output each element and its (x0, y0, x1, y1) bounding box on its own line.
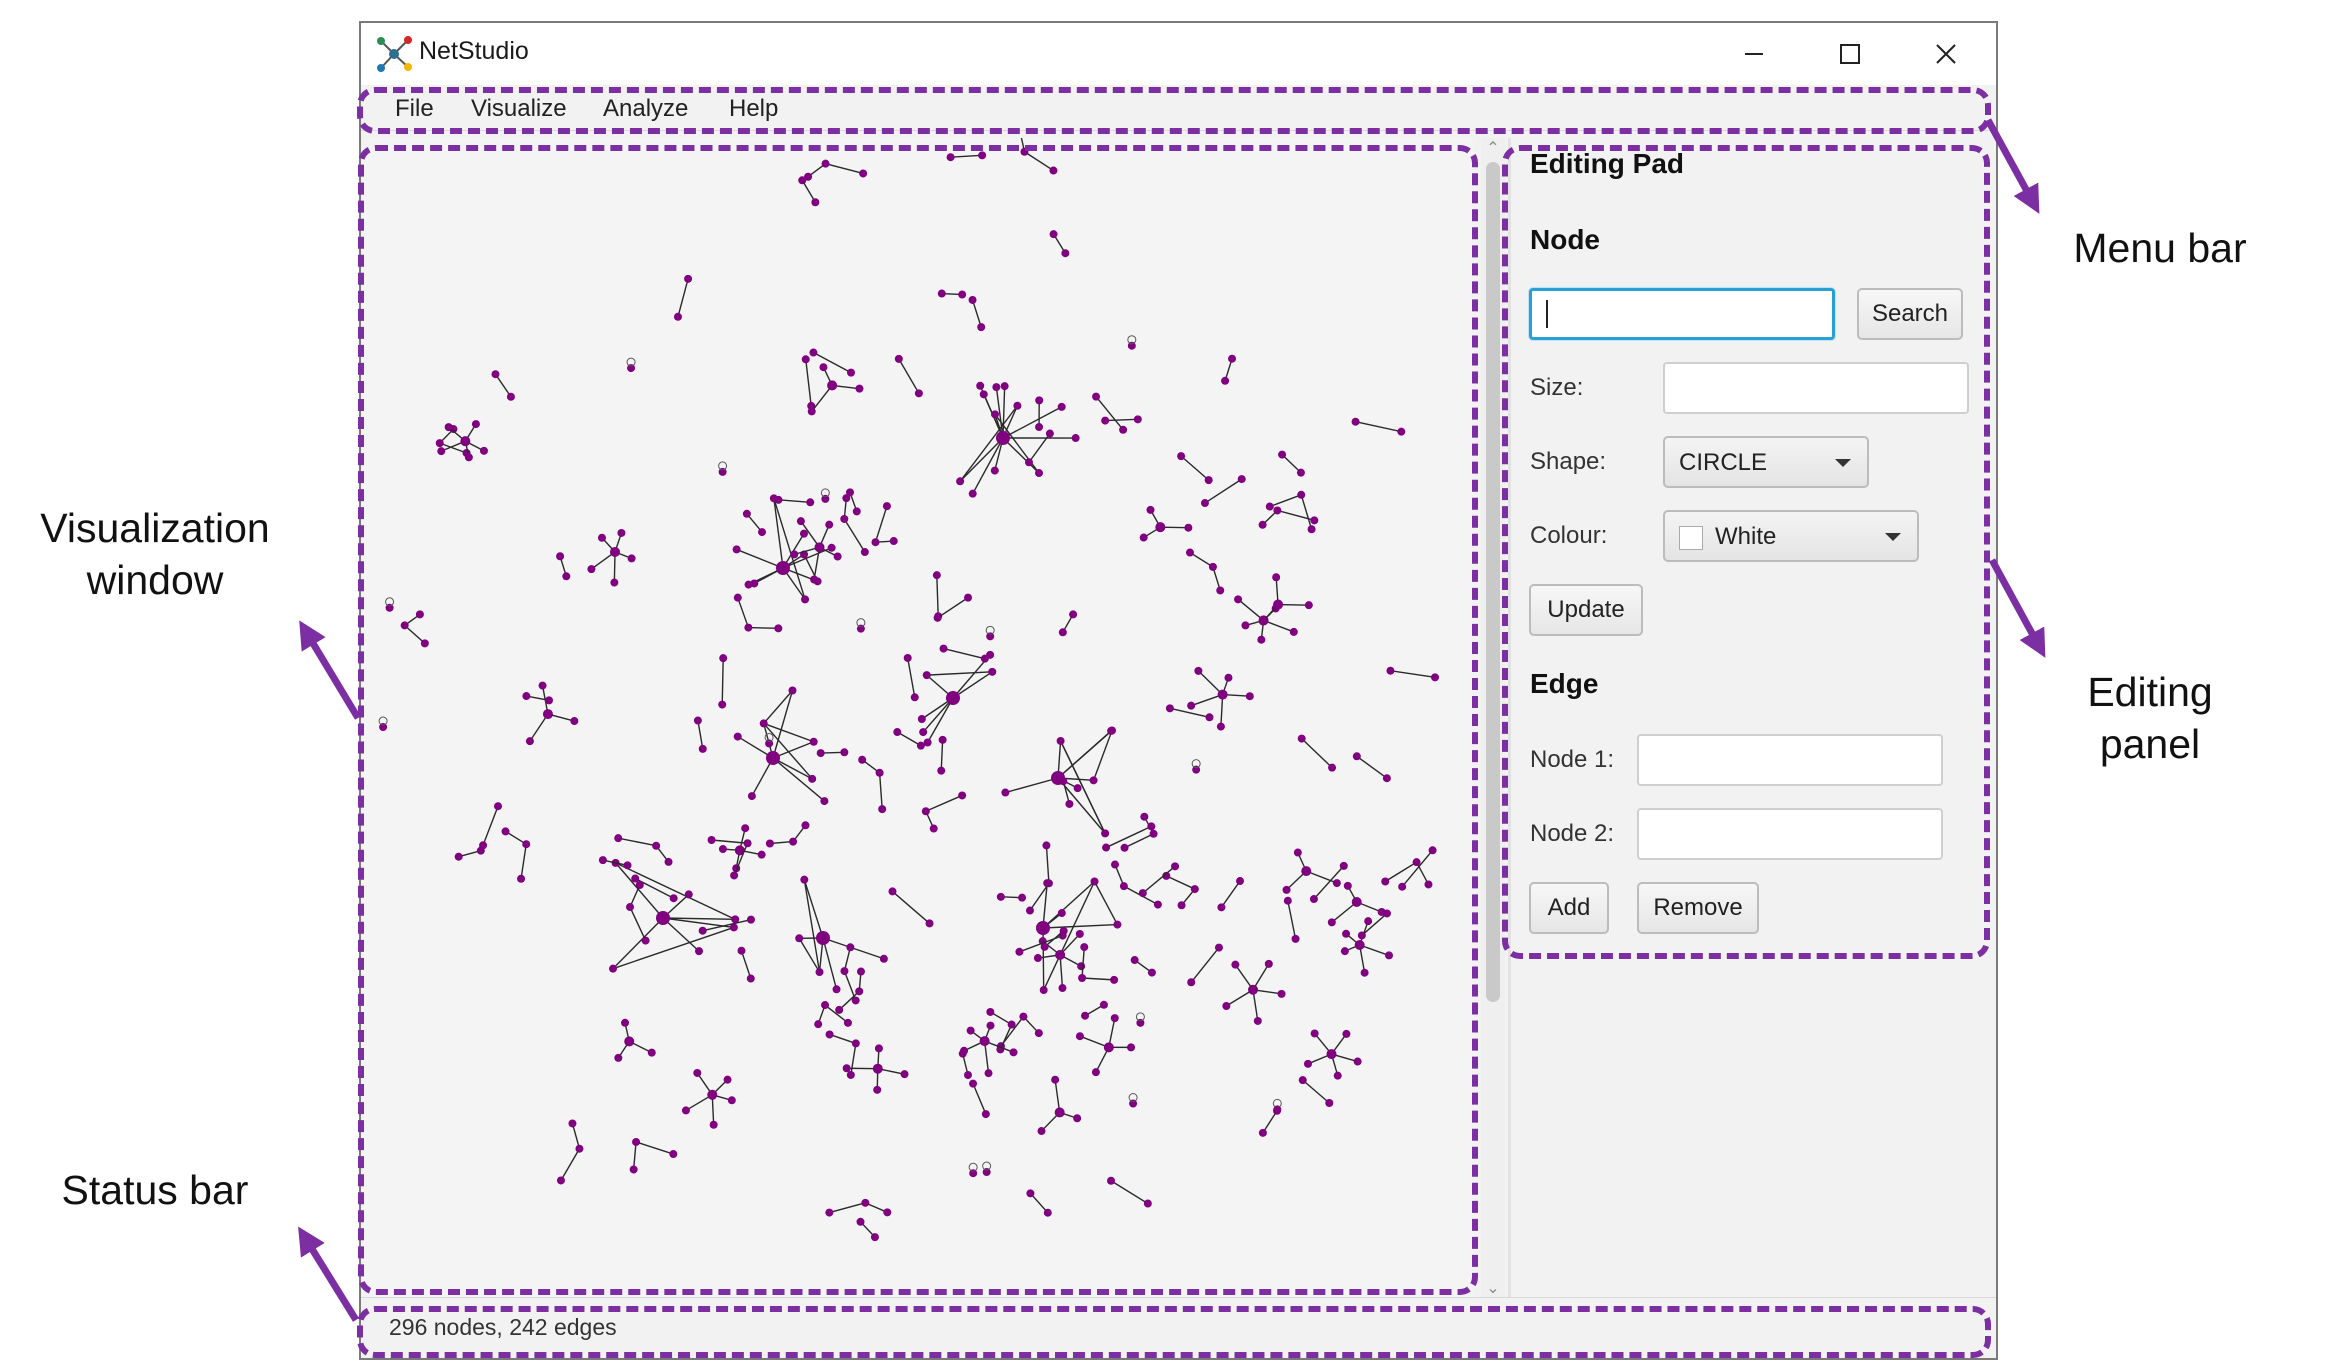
visualization-arrow (299, 620, 361, 720)
editing-panel-arrow (1988, 558, 2046, 658)
callout-arrows (298, 118, 2046, 1322)
menu-bar-arrow (1984, 118, 2040, 214)
status-bar-arrow (298, 1226, 359, 1322)
